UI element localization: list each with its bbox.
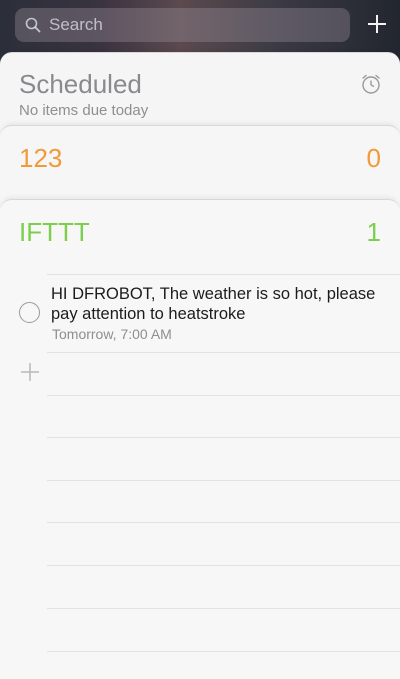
list-title: 123: [19, 143, 63, 173]
separator: [47, 565, 400, 566]
add-list-button[interactable]: [364, 10, 390, 38]
list-title: IFTTT: [19, 217, 90, 247]
reminder-title[interactable]: HI DFROBOT, The weather is so hot, pleas…: [51, 284, 381, 324]
reminder-item[interactable]: HI DFROBOT, The weather is so hot, pleas…: [0, 280, 400, 352]
add-reminder-icon[interactable]: [20, 362, 40, 382]
list-card-ifttt[interactable]: IFTTT 1 HI DFROBOT, The weather is so ho…: [0, 199, 400, 679]
separator: [47, 352, 400, 353]
scheduled-subtitle: No items due today: [19, 102, 149, 119]
list-count: 1: [366, 217, 381, 247]
complete-checkbox[interactable]: [19, 302, 40, 323]
separator: [47, 522, 400, 523]
top-bar: Search: [0, 0, 400, 60]
separator: [47, 274, 400, 275]
scheduled-title: Scheduled: [19, 69, 142, 99]
search-placeholder: Search: [49, 15, 103, 34]
search-field[interactable]: Search: [15, 8, 350, 42]
separator: [47, 437, 400, 438]
reminder-due-time: Tomorrow, 7:00 AM: [52, 326, 172, 342]
separator: [47, 651, 400, 652]
plus-icon: [368, 15, 386, 33]
search-icon: [25, 17, 41, 33]
separator: [47, 395, 400, 396]
alarm-clock-icon: [362, 74, 380, 94]
separator: [47, 608, 400, 609]
list-count: 0: [366, 143, 381, 173]
separator: [47, 480, 400, 481]
